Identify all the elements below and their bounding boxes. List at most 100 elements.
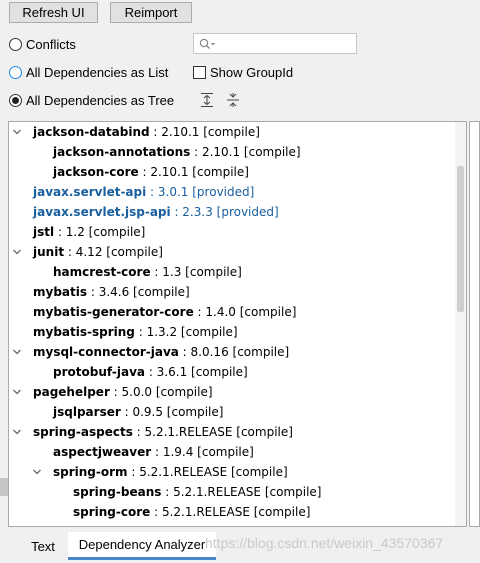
- dependency-artifact: jstl: [33, 225, 55, 239]
- dependency-version-scope: : 3.4.6 [compile]: [87, 285, 190, 299]
- show-groupid-option[interactable]: Show GroupId: [193, 65, 293, 80]
- tree-row[interactable]: mybatis : 3.4.6 [compile]: [11, 282, 190, 302]
- conflicts-radio[interactable]: [9, 38, 22, 51]
- tree-row[interactable]: hamcrest-core : 1.3 [compile]: [31, 262, 242, 282]
- dependency-artifact: jackson-databind: [33, 125, 150, 139]
- chevron-down-icon[interactable]: [11, 342, 23, 362]
- dependency-version-scope: : 4.12 [compile]: [64, 245, 163, 259]
- tree-row[interactable]: mybatis-spring : 1.3.2 [compile]: [11, 322, 238, 342]
- tree-row[interactable]: mybatis-generator-core : 1.4.0 [compile]: [11, 302, 296, 322]
- tree-row[interactable]: aspectjweaver : 1.9.4 [compile]: [31, 442, 254, 462]
- tab-dependency-analyzer[interactable]: Dependency Analyzer: [68, 532, 216, 560]
- search-input[interactable]: [193, 33, 357, 54]
- tree-row[interactable]: spring-core : 5.2.1.RELEASE [compile]: [51, 502, 310, 522]
- dependency-version-scope: : 5.2.1.RELEASE [compile]: [161, 485, 322, 499]
- dependency-version-scope: : 3.6.1 [compile]: [145, 365, 248, 379]
- tree-row[interactable]: junit : 4.12 [compile]: [11, 242, 163, 262]
- dependency-version-scope: : 0.9.5 [compile]: [120, 405, 224, 419]
- refresh-ui-button[interactable]: Refresh UI: [9, 2, 98, 23]
- dependency-artifact: aspectjweaver: [53, 445, 152, 459]
- chevron-down-icon[interactable]: [31, 462, 43, 482]
- all-dependencies-tree-option[interactable]: All Dependencies as Tree: [9, 93, 174, 108]
- dependency-artifact: jackson-annotations: [53, 145, 191, 159]
- dependency-version-scope: : 2.10.1 [compile]: [149, 125, 260, 139]
- dependency-artifact: spring-orm: [53, 465, 128, 479]
- chevron-down-icon[interactable]: [11, 382, 23, 402]
- dependency-artifact: spring-beans: [73, 485, 162, 499]
- chevron-down-icon[interactable]: [11, 422, 23, 442]
- show-groupid-checkbox[interactable]: [193, 66, 206, 79]
- dependency-version-scope: : 5.2.1.RELEASE [compile]: [127, 465, 288, 479]
- conflicts-label: Conflicts: [26, 37, 76, 52]
- dependency-version-scope: : 2.3.3 [provided]: [170, 205, 279, 219]
- dependency-artifact: pagehelper: [33, 385, 110, 399]
- tree-row[interactable]: javax.servlet-api : 3.0.1 [provided]: [11, 182, 254, 202]
- dependency-artifact: jsqlparser: [53, 405, 121, 419]
- all-dependencies-tree-radio[interactable]: [9, 94, 22, 107]
- dependency-artifact: jackson-core: [53, 165, 139, 179]
- dependency-artifact: mybatis-generator-core: [33, 305, 194, 319]
- expand-all-icon[interactable]: [199, 92, 215, 108]
- search-icon: [199, 38, 215, 49]
- dependency-tree[interactable]: jackson-databind : 2.10.1 [compile] jacks…: [8, 121, 467, 527]
- all-dependencies-list-option[interactable]: All Dependencies as List: [9, 65, 168, 80]
- all-dependencies-list-radio[interactable]: [9, 66, 22, 79]
- tree-row[interactable]: spring-beans : 5.2.1.RELEASE [compile]: [51, 482, 321, 502]
- tree-row[interactable]: jackson-core : 2.10.1 [compile]: [31, 162, 249, 182]
- dependency-artifact: mybatis: [33, 285, 88, 299]
- collapse-all-icon[interactable]: [225, 92, 241, 108]
- dependency-version-scope: : 2.10.1 [compile]: [190, 145, 301, 159]
- tree-row[interactable]: mysql-connector-java : 8.0.16 [compile]: [11, 342, 289, 362]
- watermark: https://blog.csdn.net/weixin_43570367: [205, 535, 444, 551]
- right-pane: [469, 121, 480, 527]
- dependency-version-scope: : 8.0.16 [compile]: [178, 345, 290, 359]
- dependency-version-scope: : 5.2.1.RELEASE [compile]: [132, 425, 293, 439]
- tree-row[interactable]: spring-orm : 5.2.1.RELEASE [compile]: [31, 462, 288, 482]
- tree-row[interactable]: jackson-annotations : 2.10.1 [compile]: [31, 142, 301, 162]
- dependency-artifact: spring-aspects: [33, 425, 133, 439]
- dependency-version-scope: : 1.9.4 [compile]: [151, 445, 254, 459]
- dependency-artifact: mysql-connector-java: [33, 345, 179, 359]
- tree-row[interactable]: jsqlparser : 0.9.5 [compile]: [31, 402, 223, 422]
- dependency-artifact: junit: [33, 245, 65, 259]
- chevron-down-icon[interactable]: [11, 122, 23, 142]
- dependency-version-scope: : 5.0.0 [compile]: [109, 385, 213, 399]
- chevron-down-icon[interactable]: [11, 242, 23, 262]
- tree-row[interactable]: jstl : 1.2 [compile]: [11, 222, 145, 242]
- reimport-button[interactable]: Reimport: [110, 2, 192, 23]
- tree-row[interactable]: spring-aspects : 5.2.1.RELEASE [compile]: [11, 422, 293, 442]
- conflicts-option[interactable]: Conflicts: [9, 37, 76, 52]
- tree-scrollbar[interactable]: [455, 122, 466, 526]
- dependency-version-scope: : 2.10.1 [compile]: [138, 165, 249, 179]
- tab-text[interactable]: Text: [20, 532, 66, 560]
- tree-row[interactable]: javax.servlet.jsp-api : 2.3.3 [provided]: [11, 202, 279, 222]
- dependency-artifact: hamcrest-core: [53, 265, 151, 279]
- dependency-artifact: javax.servlet.jsp-api: [33, 205, 171, 219]
- tree-scroll-thumb[interactable]: [457, 166, 464, 312]
- dependency-artifact: javax.servlet-api: [33, 185, 147, 199]
- tree-row[interactable]: protobuf-java : 3.6.1 [compile]: [31, 362, 248, 382]
- dependency-version-scope: : 5.2.1.RELEASE [compile]: [150, 505, 311, 519]
- show-groupid-label: Show GroupId: [210, 65, 294, 80]
- all-dependencies-tree-label: All Dependencies as Tree: [26, 93, 175, 108]
- all-dependencies-list-label: All Dependencies as List: [26, 65, 169, 80]
- dependency-artifact: mybatis-spring: [33, 325, 135, 339]
- left-edge-marker: [0, 478, 8, 496]
- dependency-version-scope: : 1.4.0 [compile]: [193, 305, 297, 319]
- tree-row[interactable]: jackson-databind : 2.10.1 [compile]: [11, 122, 260, 142]
- dependency-artifact: protobuf-java: [53, 365, 145, 379]
- tree-row[interactable]: pagehelper : 5.0.0 [compile]: [11, 382, 213, 402]
